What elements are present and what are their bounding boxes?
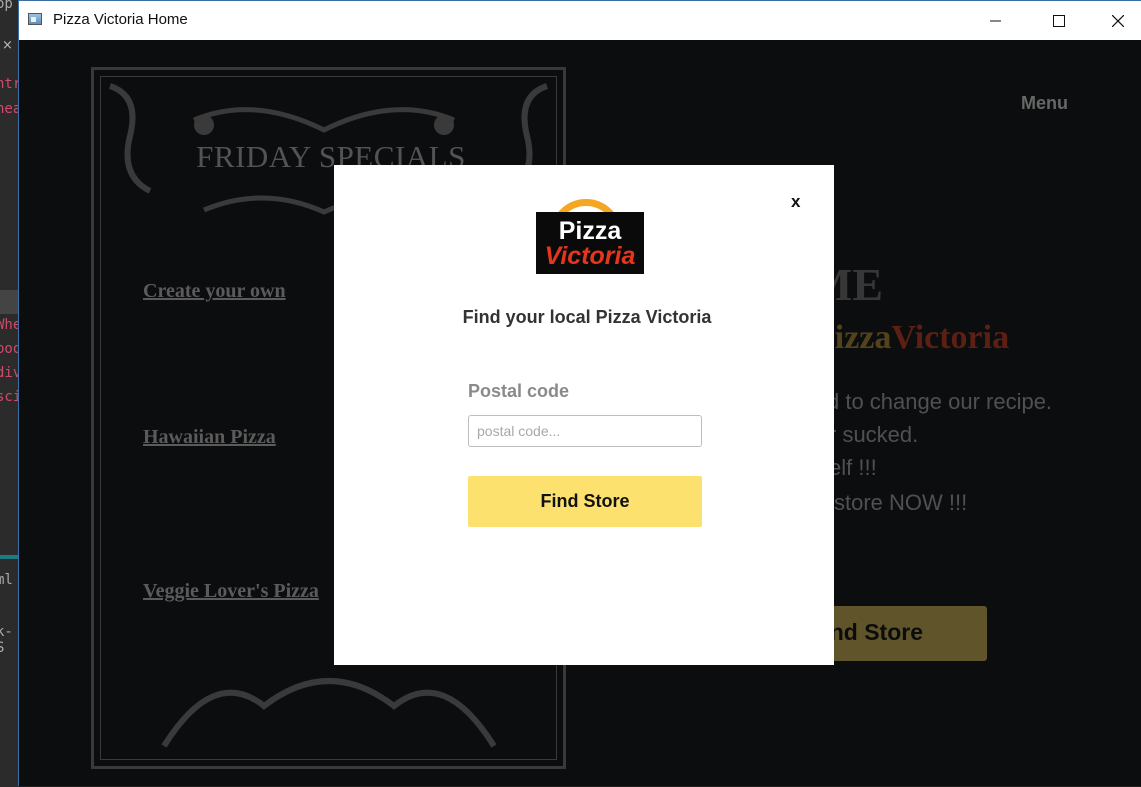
modal-close-button[interactable]: x xyxy=(791,192,800,212)
logo-word-victoria: Victoria xyxy=(544,242,636,270)
editor-code-line: k-S xyxy=(0,624,13,656)
window-title: Pizza Victoria Home xyxy=(53,11,188,28)
editor-code-line: ntr xyxy=(0,76,18,92)
postal-code-label: Postal code xyxy=(468,381,570,401)
minimize-button[interactable] xyxy=(973,1,1019,40)
editor-code-line: div xyxy=(0,365,18,381)
editor-divider xyxy=(0,555,18,559)
logo-word-pizza: Pizza xyxy=(558,217,622,245)
editor-code-line: hea xyxy=(0,101,18,117)
editor-code-line: Whe xyxy=(0,317,18,333)
editor-code-line: sci xyxy=(0,389,18,405)
pizza-victoria-logo: Pizza Victoria xyxy=(534,195,650,290)
editor-highlight xyxy=(0,290,18,314)
editor-text: op xyxy=(0,0,13,12)
background-editor-strip: op × ntr hea Whe boo div sci ml k-S xyxy=(0,0,18,786)
close-icon xyxy=(1112,14,1124,27)
modal-heading: Find your local Pizza Victoria xyxy=(462,307,712,327)
postal-code-input[interactable] xyxy=(468,415,702,447)
editor-close-icon: × xyxy=(2,38,13,53)
maximize-icon xyxy=(1053,14,1065,27)
app-icon xyxy=(28,13,42,25)
maximize-button[interactable] xyxy=(1036,1,1082,40)
logo-box: Pizza Victoria xyxy=(536,212,644,274)
close-window-button[interactable] xyxy=(1095,1,1141,40)
title-bar[interactable]: Pizza Victoria Home xyxy=(19,1,1141,40)
editor-code-line: boo xyxy=(0,341,18,357)
app-window: Pizza Victoria Home FRIDAY SPECIALS Crea… xyxy=(18,0,1141,787)
find-store-button[interactable]: Find Store xyxy=(468,476,702,527)
find-store-modal: x Pizza Victoria Find your local Pizza V… xyxy=(334,165,834,665)
minimize-icon xyxy=(990,20,1001,21)
editor-code-line: ml xyxy=(0,572,13,588)
